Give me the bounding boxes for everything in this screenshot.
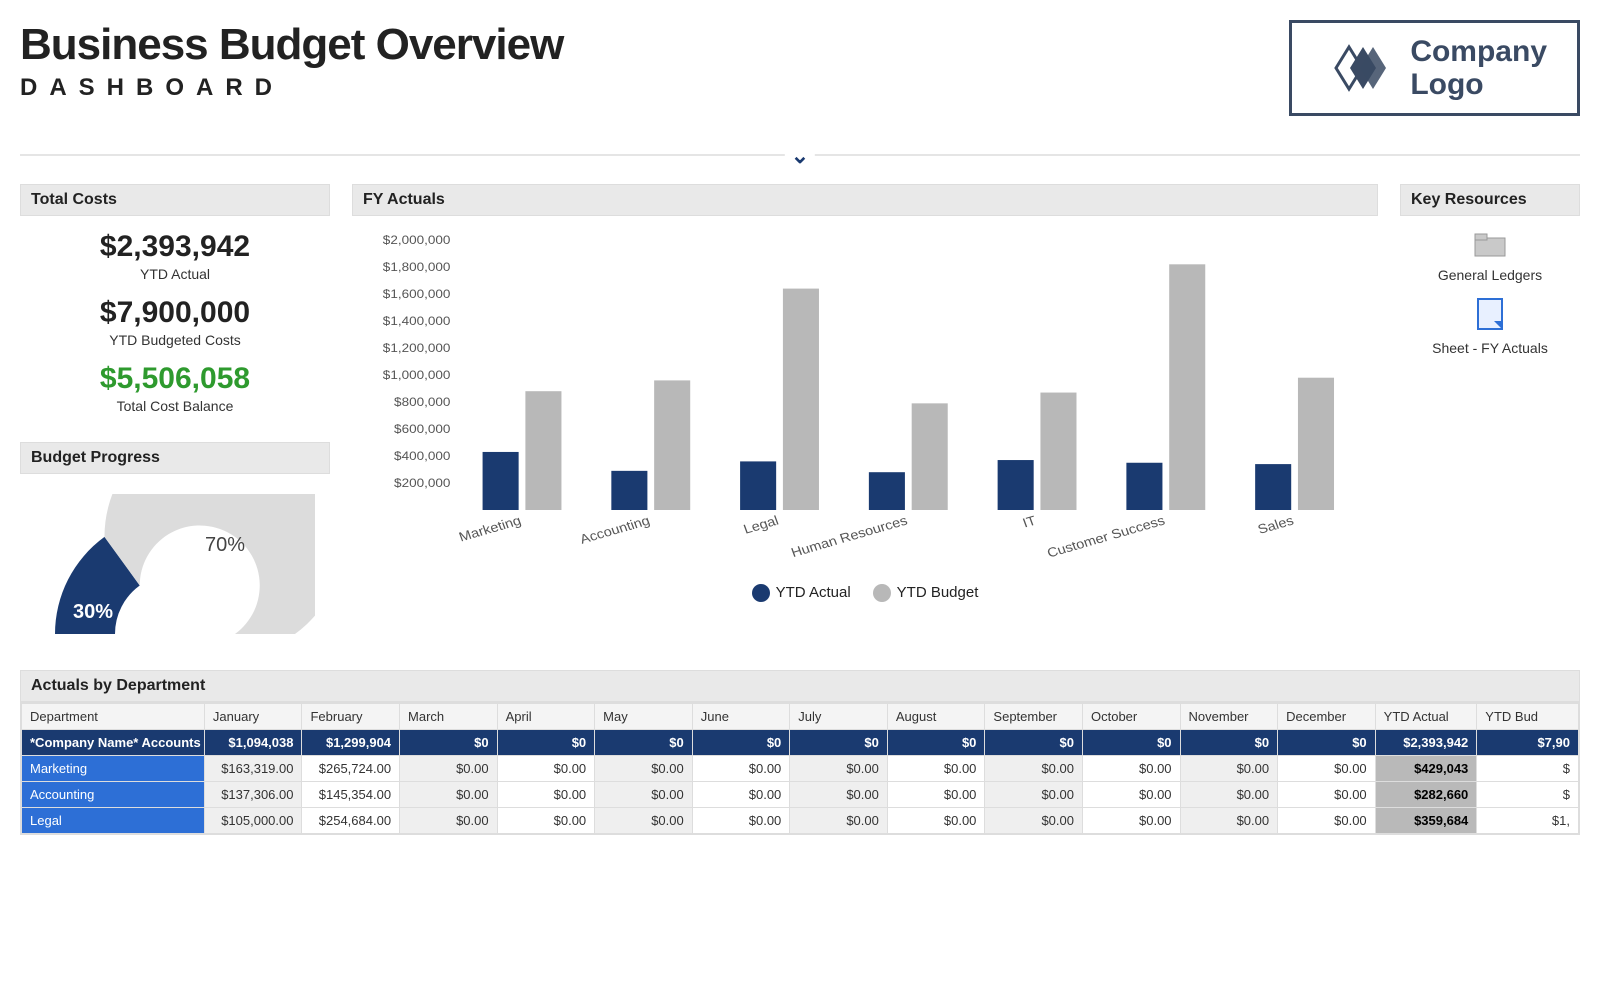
table-row: Marketing$163,319.00$265,724.00$0.00$0.0…	[22, 756, 1579, 782]
balance-label: Total Cost Balance	[20, 398, 330, 414]
table-header-cell[interactable]: January	[204, 704, 302, 730]
title-block: Business Budget Overview DASHBOARD	[20, 20, 563, 102]
table-header-cell[interactable]: Department	[22, 704, 205, 730]
svg-text:$1,600,000: $1,600,000	[383, 287, 451, 301]
budget-progress-title: Budget Progress	[20, 442, 330, 474]
chevron-down-icon[interactable]: ⌄	[785, 143, 815, 169]
table-header-cell[interactable]: July	[790, 704, 888, 730]
svg-text:Legal: Legal	[741, 512, 780, 536]
table-header-cell[interactable]: February	[302, 704, 400, 730]
page-subtitle: DASHBOARD	[20, 74, 563, 102]
svg-text:$1,200,000: $1,200,000	[383, 341, 451, 355]
actuals-by-dept-title: Actuals by Department	[20, 670, 1580, 702]
key-resources-title: Key Resources	[1400, 184, 1580, 216]
table-header-cell[interactable]: December	[1278, 704, 1376, 730]
fy-actuals-title: FY Actuals	[352, 184, 1378, 216]
table-header-cell[interactable]: April	[497, 704, 595, 730]
actuals-table[interactable]: DepartmentJanuaryFebruaryMarchAprilMayJu…	[20, 702, 1580, 835]
legend-budget: YTD Budget	[873, 584, 979, 602]
table-header-cell[interactable]: YTD Bud	[1477, 704, 1579, 730]
logo-text: Company Logo	[1410, 35, 1547, 101]
svg-text:IT: IT	[1020, 512, 1038, 530]
svg-text:$2,000,000: $2,000,000	[383, 233, 451, 247]
gauge-remaining-label: 70%	[205, 534, 245, 557]
fy-actuals-chart: $200,000 $400,000 $600,000 $800,000 $1,000,0…	[352, 216, 1378, 602]
ytd-actual-label: YTD Actual	[20, 266, 330, 282]
svg-text:$800,000: $800,000	[394, 395, 450, 409]
key-resources-panel: General Ledgers Sheet - FY Actuals	[1400, 230, 1580, 356]
svg-text:$1,800,000: $1,800,000	[383, 260, 451, 274]
resource-link[interactable]: Sheet - FY Actuals	[1400, 297, 1580, 356]
svg-text:Customer Success: Customer Success	[1045, 512, 1167, 560]
section-divider: ⌄	[20, 154, 1580, 156]
ytd-actual-value: $2,393,942	[20, 230, 330, 264]
table-row: Accounting$137,306.00$145,354.00$0.00$0.…	[22, 782, 1579, 808]
table-header-cell[interactable]: March	[400, 704, 498, 730]
table-total-row: *Company Name* Accounts$1,094,038$1,299,…	[22, 730, 1579, 756]
svg-text:Human Resources: Human Resources	[789, 512, 910, 560]
svg-text:$1,000,000: $1,000,000	[383, 368, 451, 382]
legend-actual: YTD Actual	[752, 584, 851, 602]
resource-link[interactable]: General Ledgers	[1400, 230, 1580, 283]
ytd-budget-value: $7,900,000	[20, 296, 330, 330]
svg-text:$400,000: $400,000	[394, 449, 450, 463]
svg-text:$1,400,000: $1,400,000	[383, 314, 451, 328]
chart-legend: YTD Actual YTD Budget	[358, 584, 1372, 602]
budget-progress-gauge: 30% 70%	[35, 494, 315, 644]
svg-text:Sales: Sales	[1256, 512, 1296, 536]
header: Business Budget Overview DASHBOARD Compa…	[20, 10, 1580, 136]
table-header-cell[interactable]: August	[887, 704, 985, 730]
total-costs-title: Total Costs	[20, 184, 330, 216]
logo-icon	[1322, 41, 1392, 95]
table-header-cell[interactable]: June	[692, 704, 790, 730]
table-header-row: DepartmentJanuaryFebruaryMarchAprilMayJu…	[22, 704, 1579, 730]
total-costs-panel: $2,393,942 YTD Actual $7,900,000 YTD Bud…	[20, 230, 330, 414]
table-header-cell[interactable]: October	[1082, 704, 1180, 730]
svg-text:$200,000: $200,000	[394, 476, 450, 490]
svg-text:Accounting: Accounting	[578, 512, 652, 546]
balance-value: $5,506,058	[20, 362, 330, 396]
table-header-cell[interactable]: May	[595, 704, 693, 730]
page-title: Business Budget Overview	[20, 20, 563, 70]
table-header-cell[interactable]: September	[985, 704, 1083, 730]
table-row: Legal$105,000.00$254,684.00$0.00$0.00$0.…	[22, 808, 1579, 834]
gauge-used-label: 30%	[73, 601, 113, 624]
svg-text:$600,000: $600,000	[394, 422, 450, 436]
legend-dot-actual-icon	[752, 584, 770, 602]
legend-dot-budget-icon	[873, 584, 891, 602]
table-header-cell[interactable]: YTD Actual	[1375, 704, 1477, 730]
ytd-budget-label: YTD Budgeted Costs	[20, 332, 330, 348]
sheet-icon	[1400, 297, 1580, 334]
table-header-cell[interactable]: November	[1180, 704, 1278, 730]
svg-text:Marketing: Marketing	[457, 512, 523, 544]
folder-icon	[1400, 230, 1580, 261]
company-logo: Company Logo	[1289, 20, 1580, 116]
